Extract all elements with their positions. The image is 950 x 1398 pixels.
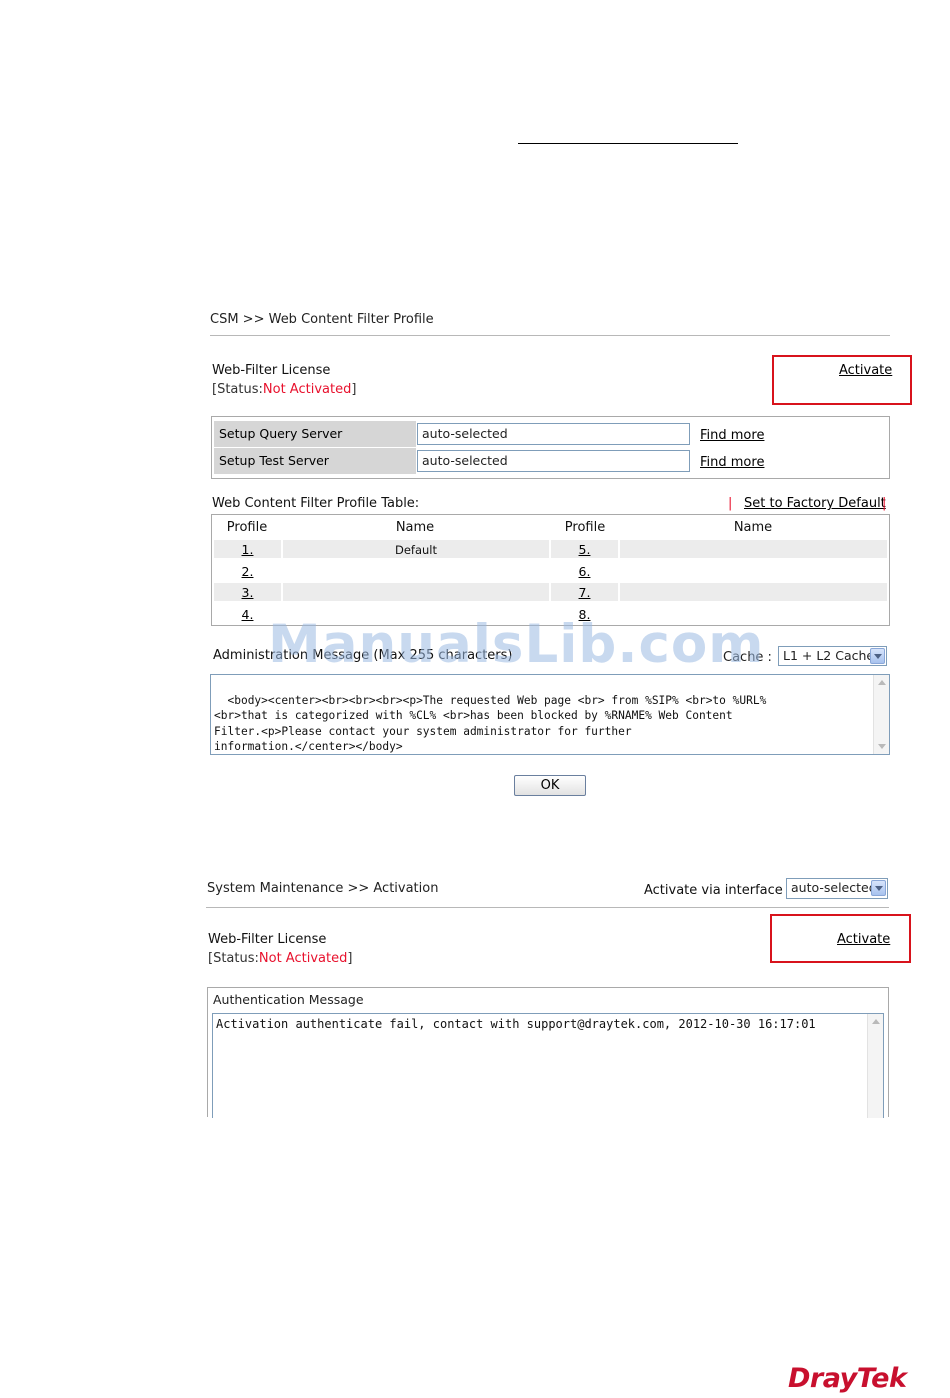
- column-header-name-left: Name: [395, 520, 435, 535]
- textarea-scrollbar[interactable]: [873, 675, 889, 754]
- status-open: [Status:: [212, 382, 263, 397]
- activate-via-select[interactable]: auto-selected: [786, 878, 888, 899]
- scroll-up-icon: [878, 680, 886, 685]
- profile-link-3[interactable]: 3.: [214, 585, 281, 600]
- query-server-input[interactable]: auto-selected: [417, 423, 690, 445]
- table-row: [620, 583, 887, 601]
- activation-divider: [206, 907, 889, 908]
- column-header-profile-left: Profile: [226, 520, 268, 535]
- status-value: Not Activated: [258, 951, 348, 966]
- server-setup-box: Setup Query Server Setup Test Server aut…: [211, 416, 890, 479]
- top-divider-line: [518, 143, 738, 144]
- authentication-message-text: Activation authenticate fail, contact wi…: [216, 1017, 816, 1031]
- chevron-down-icon: [870, 648, 885, 664]
- breadcrumb: CSM >> Web Content Filter Profile: [210, 312, 434, 327]
- profile-name-1: Default: [394, 543, 438, 557]
- license-title: Web-Filter License: [212, 363, 331, 378]
- factory-separator-left: |: [728, 496, 733, 511]
- auth-scrollbar[interactable]: [867, 1014, 883, 1118]
- profile-link-7[interactable]: 7.: [551, 585, 618, 600]
- profile-link-5[interactable]: 5.: [551, 542, 618, 557]
- authentication-message-title: Authentication Message: [213, 992, 364, 1007]
- chevron-down-icon: [871, 880, 886, 896]
- authentication-message-textarea[interactable]: Activation authenticate fail, contact wi…: [212, 1013, 884, 1118]
- draytek-logo: DrayTek: [788, 1363, 907, 1394]
- activation-activate-link[interactable]: Activate: [837, 932, 890, 947]
- admin-message-textarea[interactable]: <body><center><br><br><br><p>The request…: [210, 674, 890, 755]
- status-value: Not Activated: [262, 382, 352, 397]
- activation-breadcrumb: System Maintenance >> Activation: [207, 881, 439, 896]
- profile-table: Profile Name Profile Name 1. Default 5. …: [211, 514, 890, 626]
- scroll-down-icon: [878, 744, 886, 749]
- table-row: [620, 540, 887, 558]
- profile-table-title: Web Content Filter Profile Table:: [212, 496, 420, 511]
- activate-via-label: Activate via interface :: [644, 883, 792, 898]
- ok-button[interactable]: OK: [514, 775, 586, 796]
- test-server-input[interactable]: auto-selected: [417, 450, 690, 472]
- table-row: [283, 583, 549, 601]
- cache-select[interactable]: L1 + L2 Cache: [778, 646, 887, 666]
- profile-link-2[interactable]: 2.: [214, 564, 281, 579]
- status-open: [Status:: [208, 951, 259, 966]
- column-header-name-right: Name: [733, 520, 773, 535]
- column-header-profile-right: Profile: [564, 520, 606, 535]
- license-status: [Status:Not Activated]: [212, 382, 356, 397]
- query-find-more-link[interactable]: Find more: [700, 428, 764, 443]
- status-close: ]: [347, 951, 353, 966]
- activation-license-title: Web-Filter License: [208, 932, 327, 947]
- cache-select-value: L1 + L2 Cache: [783, 648, 875, 663]
- set-factory-default-link[interactable]: Set to Factory Default: [744, 496, 886, 511]
- authentication-message-box: Authentication Message Activation authen…: [207, 987, 889, 1118]
- profile-link-6[interactable]: 6.: [551, 564, 618, 579]
- profile-link-1[interactable]: 1.: [214, 542, 281, 557]
- watermark: ManualsLib.com: [268, 614, 765, 675]
- header-divider: [210, 335, 890, 336]
- factory-separator-right: |: [882, 496, 887, 511]
- activation-license-status: [Status:Not Activated]: [208, 951, 352, 966]
- activate-link[interactable]: Activate: [839, 363, 892, 378]
- scroll-up-icon: [872, 1019, 880, 1024]
- admin-message-text: <body><center><br><br><br><p>The request…: [214, 694, 767, 753]
- status-close: ]: [351, 382, 357, 397]
- setup-query-server-label: Setup Query Server: [214, 421, 416, 447]
- activate-via-value: auto-selected: [791, 880, 877, 895]
- setup-test-server-label: Setup Test Server: [214, 448, 416, 474]
- test-find-more-link[interactable]: Find more: [700, 455, 764, 470]
